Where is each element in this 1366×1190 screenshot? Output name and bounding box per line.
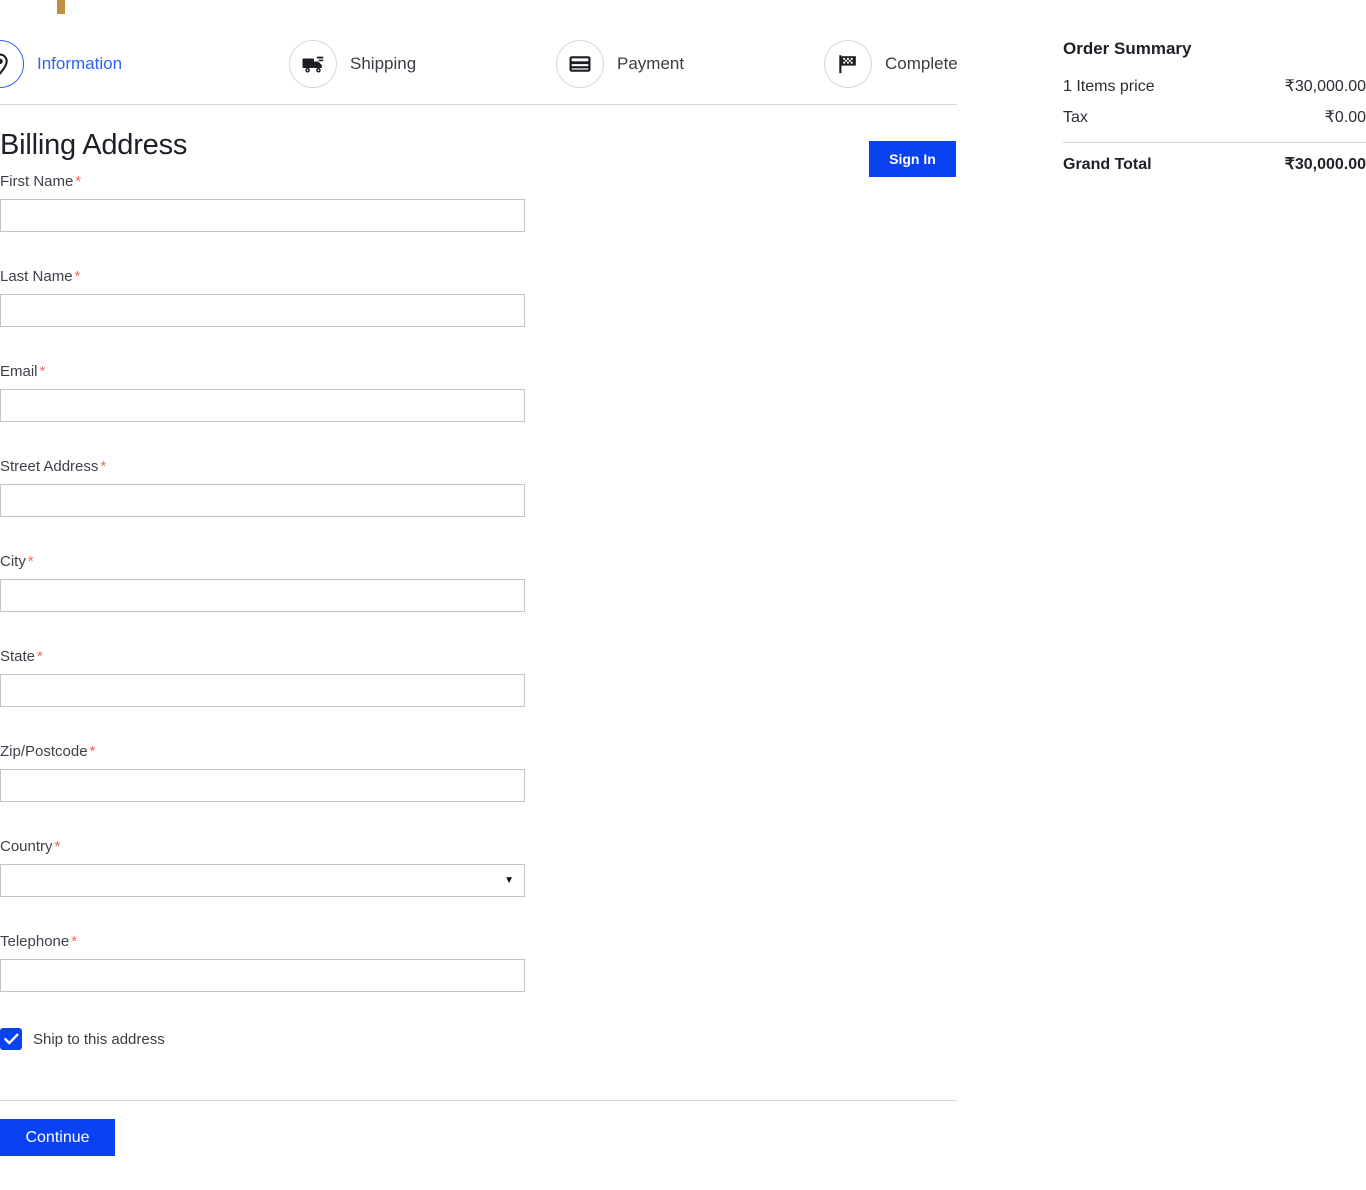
summary-row-items-price: 1 Items price ₹30,000.00 (1063, 76, 1366, 98)
summary-items-price-value: ₹30,000.00 (1284, 78, 1366, 95)
checkered-flag-icon (824, 40, 872, 88)
credit-card-icon (556, 40, 604, 88)
required-asterisk: * (74, 268, 81, 285)
field-first-name: First Name * (0, 173, 525, 232)
summary-items-price-label: 1 Items price (1063, 78, 1155, 95)
email-input[interactable] (0, 389, 525, 422)
step-shipping[interactable]: Shipping (289, 38, 416, 90)
step-payment-label: Payment (617, 54, 685, 73)
field-email-label: Email * (0, 363, 46, 380)
step-payment[interactable]: Payment (556, 38, 684, 90)
truck-icon (289, 40, 337, 88)
site-logo[interactable] (57, 0, 65, 14)
field-last-name: Last Name * (0, 268, 525, 327)
field-country-label: Country * (0, 838, 61, 855)
field-telephone-label: Telephone * (0, 933, 78, 950)
summary-divider (1063, 142, 1366, 143)
summary-tax-label: Tax (1063, 109, 1088, 126)
step-complete[interactable]: Complete (824, 38, 958, 90)
ship-to-address-label[interactable]: Ship to this address (33, 1031, 165, 1048)
form-bottom-divider (0, 1100, 957, 1101)
required-asterisk: * (75, 173, 82, 190)
checkout-stepper: Information Shipping Payment Complete (0, 38, 958, 90)
step-information-label: Information (37, 54, 123, 73)
field-first-name-label: First Name * (0, 173, 82, 190)
nav-link-about[interactable]: ABOUT (1219, 0, 1271, 2)
checkout-page: STORIES COLLECTION DESIGN YOUR OWN ABOUT… (0, 0, 1366, 1190)
field-street-address: Street Address * (0, 458, 525, 517)
field-state: State * (0, 648, 525, 707)
required-asterisk: * (54, 838, 61, 855)
zip-postcode-input[interactable] (0, 769, 525, 802)
nav-link-design-your-own[interactable]: DESIGN YOUR OWN (1024, 0, 1167, 2)
step-shipping-label: Shipping (350, 54, 417, 73)
required-asterisk: * (39, 363, 46, 380)
required-asterisk: * (37, 648, 43, 665)
telephone-input[interactable] (0, 959, 525, 992)
summary-row-grand-total: Grand Total ₹30,000.00 (1063, 154, 1366, 176)
field-email: Email * (0, 363, 525, 422)
summary-grand-total-value: ₹30,000.00 (1284, 156, 1366, 173)
street-address-input[interactable] (0, 484, 525, 517)
field-zip-postcode: Zip/Postcode * (0, 743, 525, 802)
summary-tax-value: ₹0.00 (1324, 109, 1366, 126)
top-navigation: STORIES COLLECTION DESIGN YOUR OWN ABOUT (0, 0, 1366, 13)
required-asterisk: * (27, 553, 34, 570)
field-telephone: Telephone * (0, 933, 525, 992)
field-country: Country * ▼ (0, 838, 525, 897)
field-city: City * (0, 553, 525, 612)
field-zip-postcode-label: Zip/Postcode * (0, 743, 96, 760)
required-asterisk: * (100, 458, 107, 475)
country-select-wrapper: ▼ (0, 864, 525, 897)
first-name-input[interactable] (0, 199, 525, 232)
summary-row-tax: Tax ₹0.00 (1063, 107, 1366, 129)
sign-in-button[interactable]: Sign In (869, 141, 956, 177)
field-state-label: State * (0, 648, 43, 665)
required-asterisk: * (71, 933, 78, 950)
stepper-divider (0, 104, 957, 105)
ship-to-this-address-row[interactable]: Ship to this address (0, 1028, 165, 1050)
billing-address-form: Billing Address Sign In First Name * Last… (0, 125, 957, 1050)
nav-links: STORIES COLLECTION DESIGN YOUR OWN ABOUT (760, 0, 1270, 2)
step-information[interactable]: Information (0, 38, 122, 90)
order-summary-panel: Order Summary 1 Items price ₹30,000.00 T… (1063, 38, 1366, 176)
country-select[interactable] (0, 864, 525, 897)
checkmark-icon (3, 1033, 18, 1045)
ship-to-address-checkbox[interactable] (0, 1028, 22, 1050)
required-asterisk: * (89, 743, 96, 760)
nav-link-collection[interactable]: COLLECTION (877, 0, 973, 2)
step-complete-label: Complete (885, 54, 958, 73)
field-last-name-label: Last Name * (0, 268, 81, 285)
city-input[interactable] (0, 579, 525, 612)
nav-link-stories[interactable]: STORIES (760, 0, 825, 2)
state-input[interactable] (0, 674, 525, 707)
order-summary-title: Order Summary (1063, 39, 1192, 58)
field-street-address-label: Street Address * (0, 458, 107, 475)
location-pin-icon (0, 40, 24, 88)
summary-grand-total-label: Grand Total (1063, 156, 1152, 173)
continue-button[interactable]: Continue (0, 1119, 115, 1156)
last-name-input[interactable] (0, 294, 525, 327)
page-title: Billing Address (0, 129, 188, 161)
field-city-label: City * (0, 553, 34, 570)
